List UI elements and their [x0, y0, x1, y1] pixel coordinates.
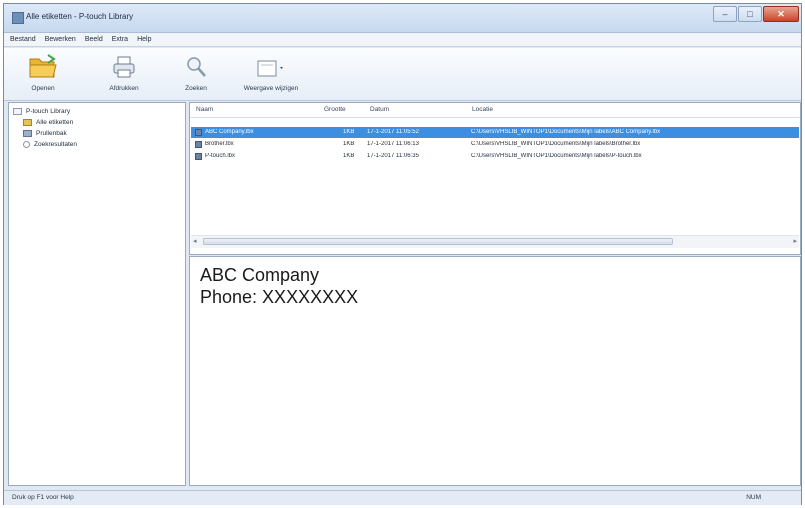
maximize-button[interactable]: □: [738, 6, 762, 22]
scroll-right-icon[interactable]: ▸: [793, 237, 797, 245]
tree-item-library[interactable]: P-touch Library: [13, 106, 70, 117]
printer-icon: [111, 51, 137, 79]
folder-icon: [23, 119, 32, 126]
title-bar[interactable]: Alle etiketten - P-touch Library – □ ✕: [4, 4, 801, 33]
search-label: Zoeken: [185, 85, 207, 92]
label-file-icon: [195, 141, 202, 148]
tree-item-label: Zoekresultaten: [34, 141, 77, 148]
status-num-indicator: NUM: [746, 494, 761, 501]
menu-file[interactable]: Bestand: [10, 36, 36, 43]
status-bar: Druk op F1 voor Help NUM: [4, 490, 801, 505]
close-icon: ✕: [777, 8, 785, 19]
status-help-text: Druk op F1 voor Help: [12, 494, 74, 501]
column-header-date[interactable]: Datum: [370, 106, 389, 113]
preview-line-2: Phone: XXXXXXXX: [200, 287, 359, 307]
cell-location: C:\Users\VHSLIB_WINTOP1\Documents\Mijn l…: [471, 129, 661, 135]
cell-date: 17-1-2017 11:06:35: [367, 153, 419, 159]
open-label: Openen: [31, 85, 55, 92]
column-header-location[interactable]: Locatie: [472, 106, 493, 113]
print-label: Afdrukken: [109, 85, 139, 92]
search-results-icon: [23, 141, 30, 148]
cell-size: 1KB: [343, 129, 355, 135]
magnifier-icon: [184, 51, 208, 79]
tree-item-all-labels[interactable]: Alle etiketten: [23, 117, 73, 128]
window-controls: – □ ✕: [712, 6, 799, 24]
label-preview: ABC Company Phone: XXXXXXXX: [189, 256, 801, 486]
tree-item-label: P-touch Library: [26, 108, 71, 115]
recycle-bin-icon: [23, 130, 32, 137]
menu-help[interactable]: Help: [137, 36, 151, 43]
cell-name: ABC Company.lbx: [205, 129, 254, 135]
table-row[interactable]: Brother.lbx 1KB 17-1-2017 11:06:13 C:\Us…: [191, 139, 799, 150]
folder-open-icon: [28, 51, 58, 79]
window-title: Alle etiketten - P-touch Library: [26, 12, 134, 21]
file-list: Naam Grootte Datum Locatie ABC Company.l…: [189, 102, 801, 255]
cell-name: P-touch.lbx: [205, 153, 236, 159]
minimize-button[interactable]: –: [713, 6, 737, 22]
horizontal-scrollbar[interactable]: ◂ ▸: [191, 235, 799, 248]
menu-edit[interactable]: Bewerken: [45, 36, 76, 43]
view-label: Weergave wijzigen: [243, 85, 299, 92]
label-file-icon: [195, 153, 202, 160]
maximize-icon: □: [747, 9, 753, 19]
label-file-icon: [195, 129, 202, 136]
tree-item-label: Alle etiketten: [36, 119, 74, 126]
open-button[interactable]: Openen: [18, 51, 68, 97]
menu-view[interactable]: Beeld: [85, 36, 103, 43]
table-row[interactable]: P-touch.lbx 1KB 17-1-2017 11:06:35 C:\Us…: [191, 151, 799, 162]
minimize-icon: –: [722, 9, 728, 19]
cell-size: 1KB: [343, 141, 355, 147]
library-icon: [13, 108, 22, 115]
app-icon: [12, 12, 24, 24]
cell-location: C:\Users\VHSLIB_WINTOP1\Documents\Mijn l…: [471, 141, 641, 147]
menu-bar: Bestand Bewerken Beeld Extra Help: [4, 33, 801, 47]
folder-tree: P-touch Library Alle etiketten Prullenba…: [8, 102, 186, 486]
cell-name: Brother.lbx: [205, 141, 234, 147]
app-window: Alle etiketten - P-touch Library – □ ✕ B…: [3, 3, 802, 505]
toolbar: Openen Afdrukken Zoeken Weergave wijzige…: [4, 48, 801, 101]
tree-item-recycle-bin[interactable]: Prullenbak: [23, 128, 67, 139]
search-button[interactable]: Zoeken: [176, 51, 216, 97]
table-row[interactable]: ABC Company.lbx 1KB 17-1-2017 11:05:52 C…: [191, 127, 799, 138]
view-icon: [256, 51, 286, 79]
tree-item-search-results[interactable]: Zoekresultaten: [23, 139, 77, 150]
scroll-thumb[interactable]: [203, 238, 673, 245]
cell-location: C:\Users\VHSLIB_WINTOP1\Documents\Mijn l…: [471, 153, 642, 159]
preview-line-1: ABC Company: [200, 265, 320, 285]
change-view-button[interactable]: Weergave wijzigen: [236, 51, 306, 97]
column-header-size[interactable]: Grootte: [324, 106, 346, 113]
list-header: Naam Grootte Datum Locatie: [190, 103, 800, 118]
cell-date: 17-1-2017 11:05:52: [367, 129, 419, 135]
menu-tools[interactable]: Extra: [112, 36, 128, 43]
close-button[interactable]: ✕: [763, 6, 799, 22]
print-button[interactable]: Afdrukken: [99, 51, 149, 97]
cell-date: 17-1-2017 11:06:13: [367, 141, 419, 147]
tree-item-label: Prullenbak: [36, 130, 67, 137]
cell-size: 1KB: [343, 153, 355, 159]
column-header-name[interactable]: Naam: [196, 106, 213, 113]
scroll-left-icon[interactable]: ◂: [193, 237, 197, 245]
